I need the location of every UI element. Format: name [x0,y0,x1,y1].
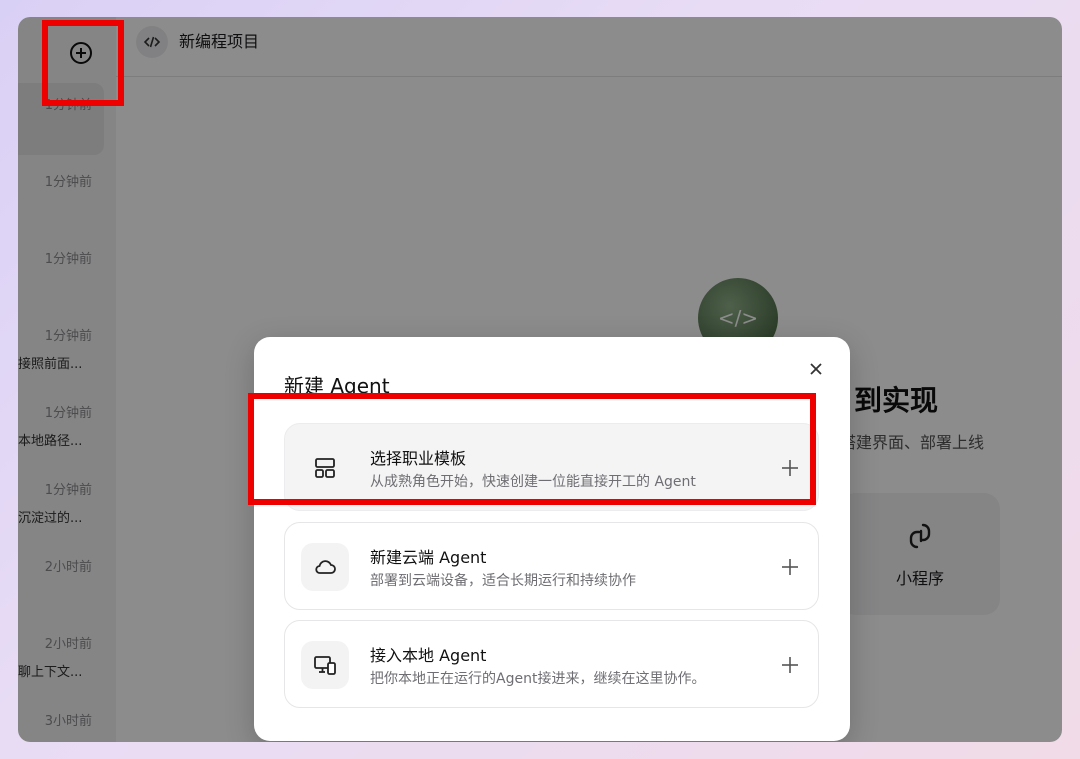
close-icon [810,363,822,375]
local-device-icon [301,641,349,689]
option-cloud-agent[interactable]: 新建云端 Agent 部署到云端设备，适合长期运行和持续协作 [284,522,819,610]
plus-icon [780,655,800,675]
option-local-agent[interactable]: 接入本地 Agent 把你本地正在运行的Agent接进来，继续在这里协作。 [284,620,819,708]
highlight-new-button [42,20,124,106]
option-title: 新建云端 Agent [370,548,487,567]
app-window: 1分钟前 1分钟前 1分钟前 1分钟前 接照前面... 1分钟前 本地路径...… [18,17,1062,742]
cloud-icon [301,543,349,591]
plus-icon [780,557,800,577]
option-desc: 把你本地正在运行的Agent接进来，继续在这里协作。 [370,671,706,687]
option-desc: 部署到云端设备，适合长期运行和持续协作 [370,573,636,589]
option-title: 接入本地 Agent [370,646,487,665]
highlight-template-option [248,393,816,505]
close-button[interactable] [804,357,828,381]
